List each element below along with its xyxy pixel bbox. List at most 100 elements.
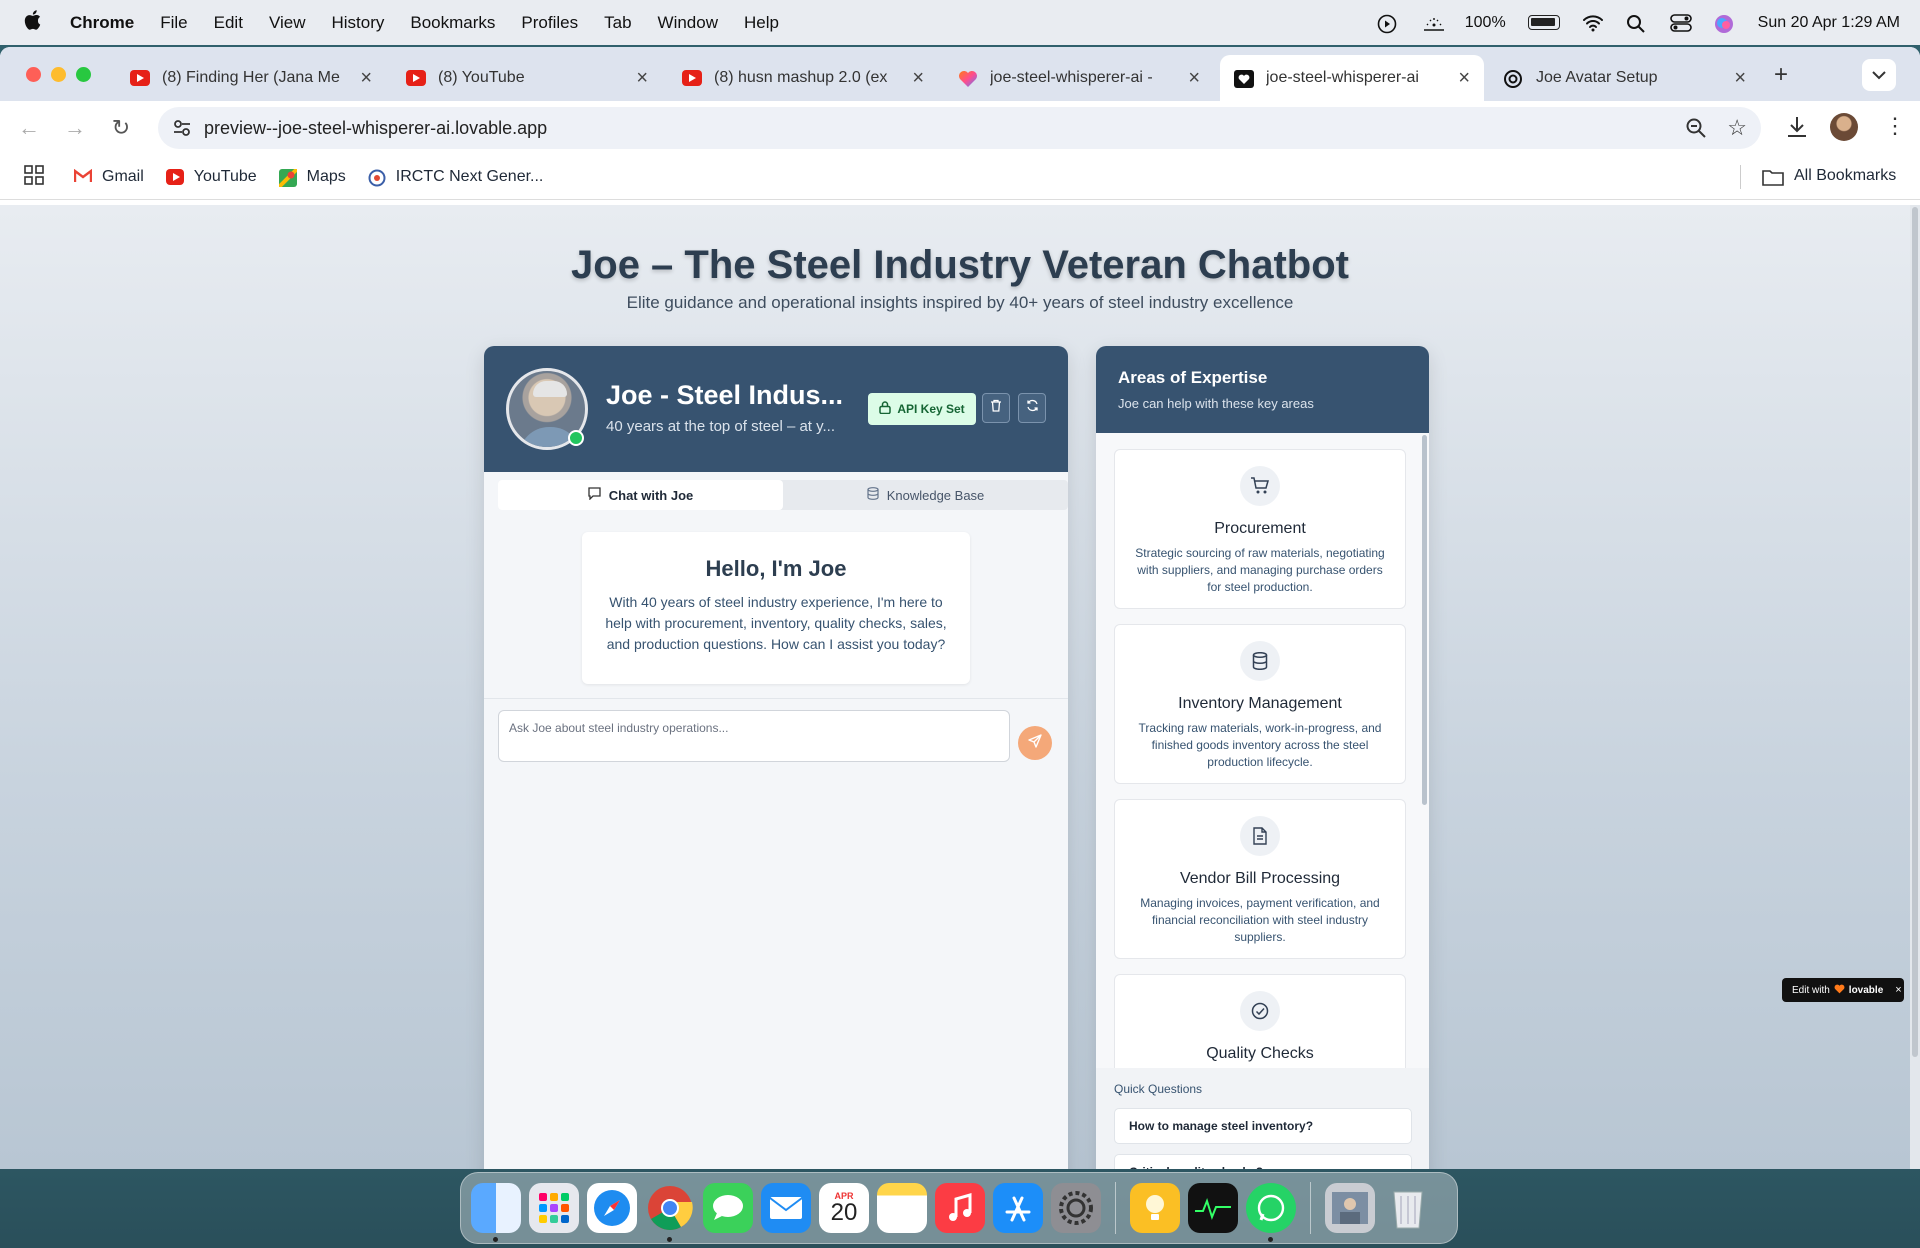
close-tab-icon[interactable]: × (1734, 67, 1746, 90)
battery-percent: 100% (1464, 13, 1506, 31)
brightness-icon[interactable] (1421, 14, 1444, 32)
spotlight-search-icon[interactable] (1626, 14, 1648, 33)
profile-avatar[interactable] (1830, 113, 1858, 141)
bookmark-youtube[interactable]: YouTube (165, 168, 257, 186)
close-badge-icon[interactable]: × (1895, 984, 1901, 996)
play-icon[interactable] (1377, 14, 1399, 33)
page-content: Joe – The Steel Industry Veteran Chatbot… (0, 205, 1920, 1169)
safari-icon[interactable] (587, 1183, 637, 1233)
new-tab-icon[interactable]: + (1774, 61, 1788, 89)
tab-joe-steel-1[interactable]: joe-steel-whisperer-ai - × (944, 55, 1214, 101)
tab-title: (8) Finding Her (Jana Me (162, 69, 340, 86)
tab-search-chevron-icon[interactable] (1862, 59, 1896, 91)
tab-joe-steel-active[interactable]: joe-steel-whisperer-ai × (1220, 55, 1484, 101)
launchpad-icon[interactable] (529, 1183, 579, 1233)
battery-icon[interactable] (1527, 15, 1560, 30)
notes-icon[interactable] (877, 1183, 927, 1233)
page-subtitle: Elite guidance and operational insights … (626, 293, 1294, 312)
download-icon[interactable] (1786, 115, 1808, 144)
edit-with-lovable-badge[interactable]: Edit with lovable × (1782, 978, 1904, 1002)
card-quality-checks[interactable]: Quality Checks (1114, 974, 1406, 1068)
calendar-icon[interactable]: APR 20 (819, 1183, 869, 1233)
menu-profiles[interactable]: Profiles (521, 13, 578, 33)
minimize-window-icon[interactable] (51, 67, 66, 82)
site-info-icon[interactable] (172, 118, 192, 143)
bookmark-star-icon[interactable]: ☆ (1727, 115, 1747, 141)
chat-message-input[interactable]: Ask Joe about steel industry operations.… (498, 710, 1010, 762)
address-bar[interactable]: preview--joe-steel-whisperer-ai.lovable.… (158, 107, 1761, 149)
tab-chat-with-joe[interactable]: Chat with Joe (498, 480, 783, 510)
reload-icon[interactable]: ↻ (106, 115, 136, 141)
zoom-icon[interactable] (1685, 117, 1707, 144)
refresh-chat-button[interactable] (1018, 393, 1046, 423)
activity-monitor-icon[interactable] (1188, 1183, 1238, 1233)
close-tab-icon[interactable]: × (912, 67, 924, 90)
menu-tab[interactable]: Tab (604, 13, 631, 33)
menu-file[interactable]: File (160, 13, 187, 33)
trash-icon (990, 399, 1002, 417)
tab-knowledge-base[interactable]: Knowledge Base (783, 480, 1068, 510)
system-settings-icon[interactable] (1051, 1183, 1101, 1233)
bookmark-maps[interactable]: Maps (277, 167, 346, 189)
lock-icon (879, 401, 892, 417)
all-bookmarks[interactable]: All Bookmarks (1762, 167, 1896, 186)
menu-app-name[interactable]: Chrome (70, 13, 134, 33)
close-tab-icon[interactable]: × (1188, 67, 1200, 90)
messages-icon[interactable] (703, 1183, 753, 1233)
zoom-window-icon[interactable] (76, 67, 91, 82)
mail-icon[interactable] (761, 1183, 811, 1233)
chrome-icon[interactable] (645, 1183, 695, 1242)
apple-icon[interactable] (24, 9, 50, 36)
chat-bot-tagline: 40 years at the top of steel – at y... (606, 418, 836, 435)
control-center-icon[interactable] (1669, 13, 1692, 32)
expertise-card-list[interactable]: Procurement Strategic sourcing of raw ma… (1096, 433, 1429, 1068)
finder-icon[interactable] (471, 1183, 521, 1242)
tab-finding-her[interactable]: (8) Finding Her (Jana Me × (116, 55, 386, 101)
tab-youtube[interactable]: (8) YouTube × (392, 55, 662, 101)
browser-toolbar: ← → ↻ preview--joe-steel-whisperer-ai.lo… (0, 101, 1920, 155)
quick-question-button[interactable]: Critical quality checks? (1114, 1154, 1412, 1169)
browser-window: (8) Finding Her (Jana Me × (8) YouTube ×… (0, 47, 1920, 1169)
menu-bookmarks[interactable]: Bookmarks (410, 13, 495, 33)
lovable-heart-icon (1834, 984, 1845, 997)
bookmark-irctc[interactable]: IRCTC Next Gener... (368, 168, 543, 187)
close-tab-icon[interactable]: × (360, 67, 372, 90)
clear-chat-button[interactable] (982, 393, 1010, 423)
api-key-button[interactable]: API Key Set (868, 393, 976, 425)
app-store-icon[interactable] (993, 1183, 1043, 1233)
menu-history[interactable]: History (331, 13, 384, 33)
tab-title: joe-steel-whisperer-ai - (990, 69, 1153, 86)
tips-lightbulb-icon[interactable] (1130, 1183, 1180, 1233)
tab-title: (8) YouTube (438, 69, 525, 86)
siri-icon[interactable] (1714, 14, 1736, 33)
cards-scrollbar[interactable] (1422, 435, 1427, 805)
card-inventory-management[interactable]: Inventory Management Tracking raw materi… (1114, 624, 1406, 784)
menu-datetime[interactable]: Sun 20 Apr 1:29 AM (1758, 14, 1900, 32)
menu-edit[interactable]: Edit (214, 13, 243, 33)
close-tab-icon[interactable]: × (636, 67, 648, 90)
close-tab-icon[interactable]: × (1458, 67, 1470, 90)
menu-help[interactable]: Help (744, 13, 779, 33)
menu-window[interactable]: Window (658, 13, 718, 33)
send-button[interactable] (1018, 726, 1052, 760)
tab-joe-avatar-setup[interactable]: Joe Avatar Setup × (1490, 55, 1760, 101)
bookmark-gmail[interactable]: Gmail (73, 168, 144, 186)
online-status-dot (568, 430, 584, 446)
card-procurement[interactable]: Procurement Strategic sourcing of raw ma… (1114, 449, 1406, 609)
tab-husn-mashup[interactable]: (8) husn mashup 2.0 (ex × (668, 55, 938, 101)
back-icon[interactable]: ← (14, 115, 44, 141)
wifi-icon[interactable] (1582, 14, 1604, 32)
page-scrollbar[interactable] (1910, 205, 1920, 1169)
apps-grid-icon[interactable] (24, 164, 44, 190)
close-window-icon[interactable] (26, 67, 41, 82)
forward-icon[interactable]: → (60, 115, 90, 141)
bookmark-label: YouTube (193, 168, 257, 185)
menu-view[interactable]: View (269, 13, 306, 33)
quick-question-button[interactable]: How to manage steel inventory? (1114, 1108, 1412, 1144)
more-menu-icon[interactable]: ⋮ (1884, 113, 1906, 139)
music-icon[interactable] (935, 1183, 985, 1233)
card-vendor-bill-processing[interactable]: Vendor Bill Processing Managing invoices… (1114, 799, 1406, 959)
trash-icon[interactable] (1383, 1183, 1433, 1233)
whatsapp-icon[interactable] (1246, 1183, 1296, 1242)
recent-document-icon[interactable] (1325, 1183, 1375, 1233)
